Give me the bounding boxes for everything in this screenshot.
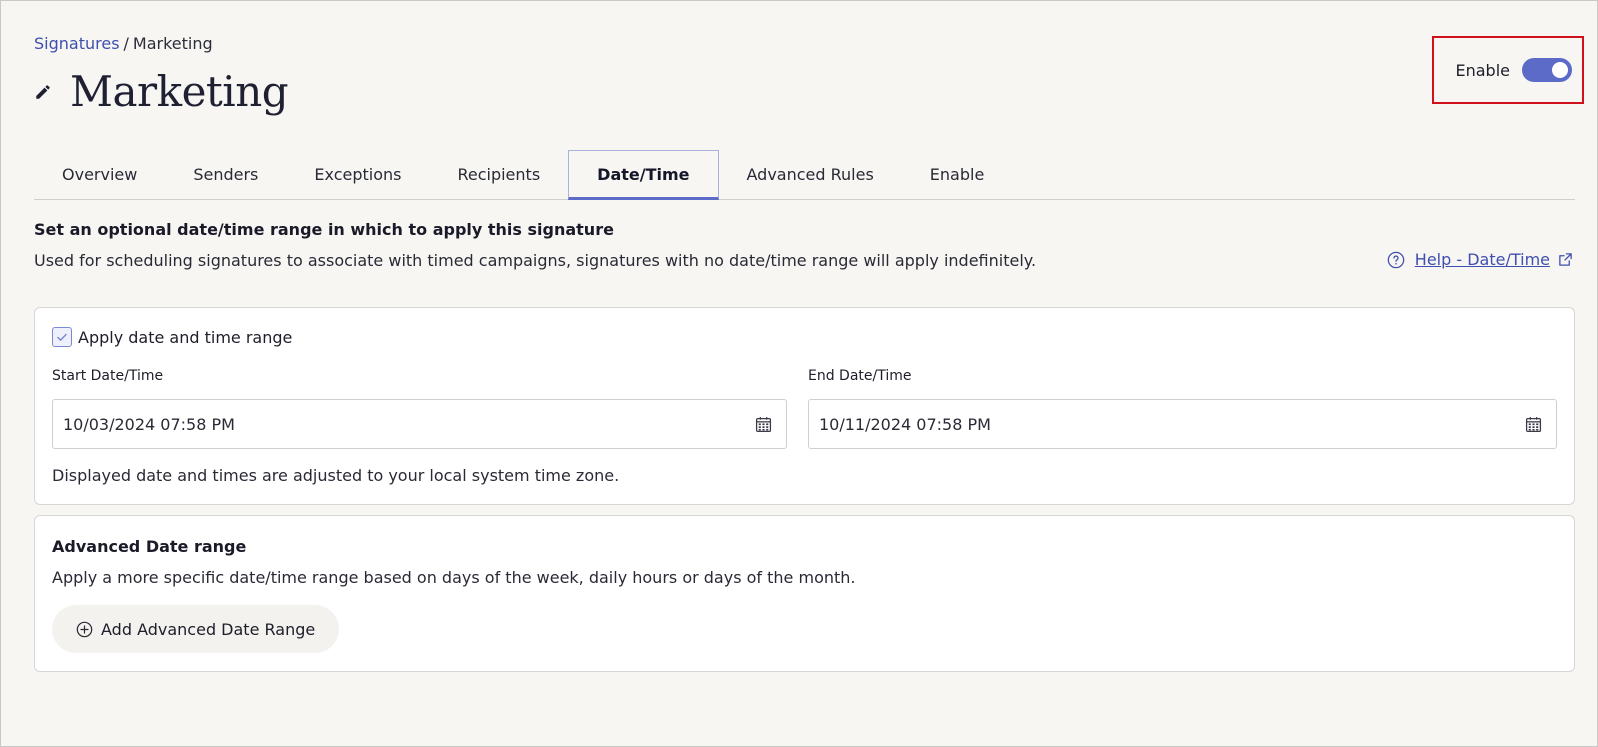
end-date-field — [808, 399, 1557, 449]
breadcrumb-signatures-link[interactable]: Signatures — [34, 34, 120, 53]
tab-exceptions[interactable]: Exceptions — [286, 150, 429, 199]
breadcrumb-separator: / — [123, 34, 129, 53]
advanced-description: Apply a more specific date/time range ba… — [52, 568, 856, 587]
enable-toggle-container: Enable — [1432, 36, 1584, 104]
enable-toggle[interactable] — [1522, 58, 1572, 82]
toggle-knob — [1552, 62, 1568, 78]
section-heading: Set an optional date/time range in which… — [34, 220, 614, 239]
tab-enable[interactable]: Enable — [902, 150, 1013, 199]
external-link-icon — [1559, 253, 1572, 266]
start-date-input[interactable] — [63, 414, 663, 434]
page-title: Marketing — [70, 67, 289, 116]
timezone-note: Displayed date and times are adjusted to… — [52, 466, 620, 485]
end-date-label: End Date/Time — [808, 368, 912, 384]
start-date-field — [52, 399, 787, 449]
advanced-date-range-card: Advanced Date range Apply a more specifi… — [34, 515, 1575, 672]
tab-overview[interactable]: Overview — [34, 150, 165, 199]
calendar-icon[interactable] — [1525, 416, 1542, 433]
start-date-label: Start Date/Time — [52, 368, 164, 384]
apply-date-range-checkbox[interactable] — [52, 327, 72, 347]
breadcrumb-current: Marketing — [132, 34, 213, 53]
apply-date-range-label: Apply date and time range — [78, 327, 293, 347]
help-date-time-link[interactable]: Help - Date/Time — [1387, 250, 1573, 269]
breadcrumb: Signatures / Marketing — [34, 34, 213, 53]
tab-senders[interactable]: Senders — [165, 150, 286, 199]
tab-advanced-rules[interactable]: Advanced Rules — [719, 150, 902, 199]
enable-label: Enable — [1455, 60, 1511, 80]
tab-recipients[interactable]: Recipients — [429, 150, 568, 199]
section-description: Used for scheduling signatures to associ… — [34, 251, 1037, 270]
date-range-card: Apply date and time range Start Date/Tim… — [34, 307, 1575, 505]
question-circle-icon — [1387, 251, 1405, 268]
tab-bar: Overview Senders Exceptions Recipients D… — [34, 150, 1575, 200]
tab-date-time[interactable]: Date/Time — [568, 150, 719, 200]
plus-circle-icon — [76, 621, 93, 637]
add-advanced-date-range-label: Add Advanced Date Range — [101, 619, 316, 639]
apply-date-range-row: Apply date and time range — [52, 327, 292, 347]
page: Signatures / Marketing Marketing Enable Ov… — [0, 0, 1598, 747]
end-date-input[interactable] — [819, 414, 1419, 434]
help-link-label: Help - Date/Time — [1414, 250, 1550, 269]
pencil-icon[interactable] — [34, 83, 52, 101]
checkmark-icon — [57, 333, 67, 341]
calendar-icon[interactable] — [755, 416, 772, 433]
advanced-heading: Advanced Date range — [52, 537, 247, 556]
add-advanced-date-range-button[interactable]: Add Advanced Date Range — [52, 605, 340, 653]
title-row: Marketing — [34, 67, 289, 116]
